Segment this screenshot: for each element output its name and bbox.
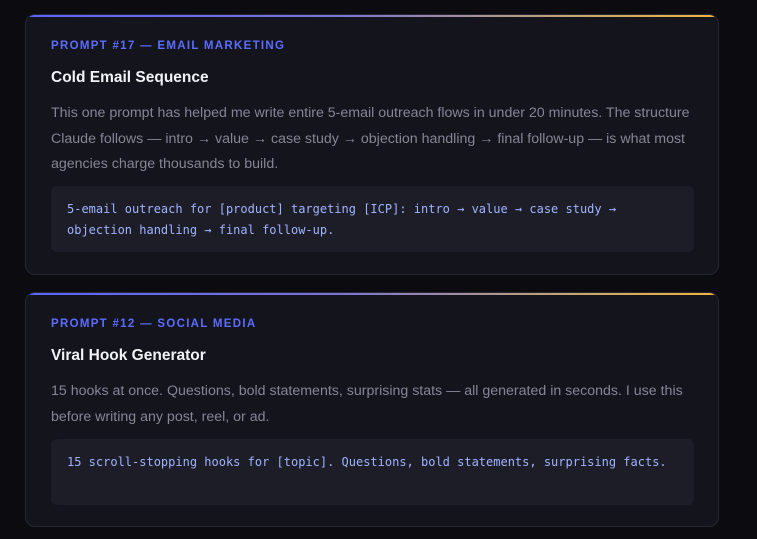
prompt-description: This one prompt has helped me write enti…: [51, 105, 690, 172]
prompt-description: 15 hooks at once. Questions, bold statem…: [51, 383, 683, 425]
prompt-code-block[interactable]: 15 scroll-stopping hooks for [topic]. Qu…: [51, 439, 694, 505]
prompt-category-label: PROMPT #17 — EMAIL MARKETING: [51, 40, 286, 52]
prompt-card-email-marketing: PROMPT #17 — EMAIL MARKETING Cold Email …: [25, 14, 719, 275]
prompt-code-block[interactable]: 5-email outreach for [product] targeting…: [51, 186, 694, 252]
prompt-card-social-media: PROMPT #12 — SOCIAL MEDIA Viral Hook Gen…: [25, 292, 719, 527]
prompt-title: Viral Hook Generator: [51, 347, 206, 364]
prompt-title: Cold Email Sequence: [51, 69, 209, 86]
prompt-category-label: PROMPT #12 — SOCIAL MEDIA: [51, 318, 257, 330]
